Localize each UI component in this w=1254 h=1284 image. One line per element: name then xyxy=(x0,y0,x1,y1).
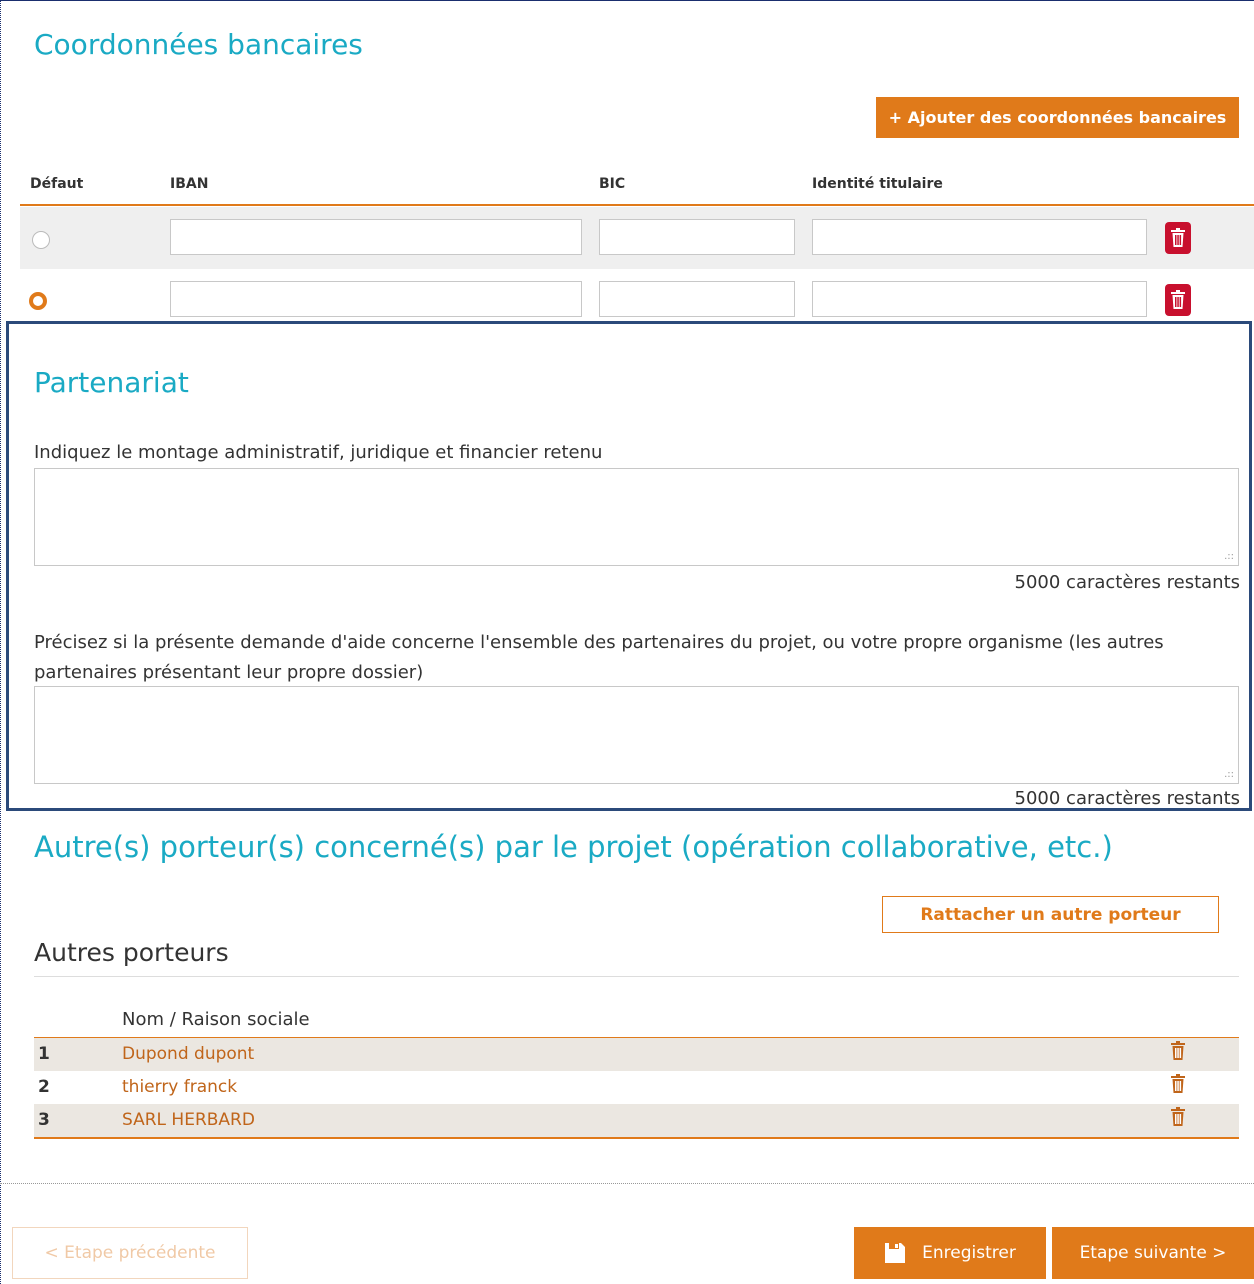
resize-grip-icon[interactable]: .:: xyxy=(1224,551,1234,562)
iban-input-2[interactable] xyxy=(170,281,582,317)
save-button[interactable]: Enregistrer xyxy=(854,1227,1046,1279)
table-row: 1 Dupond dupont xyxy=(34,1038,1239,1071)
q2-textarea[interactable]: .:: xyxy=(34,686,1239,784)
subtitle-divider xyxy=(34,976,1239,977)
floppy-disk-icon xyxy=(885,1243,906,1263)
delete-carrier-button[interactable] xyxy=(1170,1074,1186,1099)
column-header-iban: IBAN xyxy=(170,176,209,192)
default-radio-2-selected[interactable] xyxy=(29,292,47,310)
table-row: 2 thierry franck xyxy=(34,1071,1239,1104)
trash-icon xyxy=(1171,290,1185,309)
footer-divider xyxy=(0,1183,1254,1184)
delete-carrier-button[interactable] xyxy=(1170,1107,1186,1132)
column-header-name: Nom / Raison sociale xyxy=(122,1009,310,1030)
column-header-holder: Identité titulaire xyxy=(812,176,943,192)
delete-bank-row-2-button[interactable] xyxy=(1165,284,1191,316)
q2-char-counter: 5000 caractères restants xyxy=(1014,788,1240,809)
trash-icon xyxy=(1171,228,1185,247)
row-number: 2 xyxy=(38,1077,50,1097)
carrier-name-link[interactable]: SARL HERBARD xyxy=(122,1110,255,1130)
trash-icon xyxy=(1171,1074,1185,1093)
holder-input-2[interactable] xyxy=(812,281,1147,317)
trash-icon xyxy=(1171,1041,1185,1060)
table-row: 3 SARL HERBARD xyxy=(34,1104,1239,1137)
bank-section-title: Coordonnées bancaires xyxy=(34,28,363,61)
row-number: 1 xyxy=(38,1044,50,1064)
q1-label: Indiquez le montage administratif, jurid… xyxy=(34,442,603,463)
carriers-section-title: Autre(s) porteur(s) concerné(s) par le p… xyxy=(34,830,1113,864)
q2-label: Précisez si la présente demande d'aide c… xyxy=(34,632,1164,683)
carriers-subtitle: Autres porteurs xyxy=(34,938,229,967)
save-button-label: Enregistrer xyxy=(922,1243,1016,1263)
attach-carrier-button[interactable]: Rattacher un autre porteur xyxy=(882,896,1219,933)
next-step-button[interactable]: Etape suivante > xyxy=(1052,1227,1254,1279)
previous-step-button[interactable]: < Etape précédente xyxy=(12,1227,248,1279)
column-header-bic: BIC xyxy=(599,176,626,192)
carrier-name-link[interactable]: thierry franck xyxy=(122,1077,237,1097)
bic-input-2[interactable] xyxy=(599,281,795,317)
add-bank-details-button[interactable]: + Ajouter des coordonnées bancaires xyxy=(876,97,1239,138)
row-number: 3 xyxy=(38,1110,50,1130)
bank-row-1 xyxy=(20,207,1254,269)
column-header-default: Défaut xyxy=(30,176,84,192)
carrier-name-link[interactable]: Dupond dupont xyxy=(122,1044,254,1064)
partnership-section-title: Partenariat xyxy=(34,366,189,399)
trash-icon xyxy=(1171,1107,1185,1126)
q1-textarea[interactable]: .:: xyxy=(34,468,1239,566)
bic-input-1[interactable] xyxy=(599,219,795,255)
default-radio-1[interactable] xyxy=(32,231,50,249)
delete-bank-row-1-button[interactable] xyxy=(1165,222,1191,254)
q1-char-counter: 5000 caractères restants xyxy=(1014,572,1240,593)
resize-grip-icon[interactable]: .:: xyxy=(1224,769,1234,780)
carriers-table-bottom-border xyxy=(34,1137,1239,1139)
iban-input-1[interactable] xyxy=(170,219,582,255)
delete-carrier-button[interactable] xyxy=(1170,1041,1186,1066)
holder-input-1[interactable] xyxy=(812,219,1147,255)
bank-header-divider xyxy=(20,204,1254,206)
